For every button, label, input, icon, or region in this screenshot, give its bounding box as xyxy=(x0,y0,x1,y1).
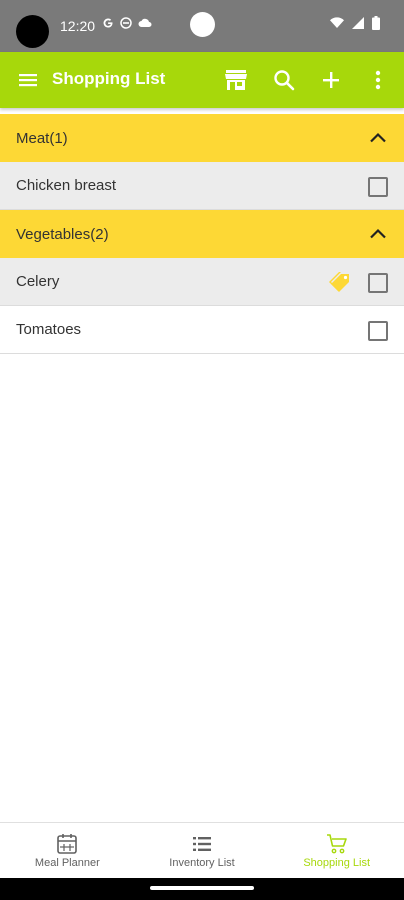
page-title: Shopping List xyxy=(52,69,166,88)
status-icons-right xyxy=(330,16,380,30)
search-icon xyxy=(274,70,295,91)
item-checkbox[interactable] xyxy=(368,273,388,293)
calendar-icon xyxy=(57,834,78,854)
home-gesture-handle[interactable] xyxy=(150,886,254,890)
nav-shopping-list[interactable]: Shopping List xyxy=(269,823,404,879)
status-time: 12:20 xyxy=(60,18,96,34)
phone-screen: 12:20 Shopping List Meat(1) Chicken brea… xyxy=(0,0,404,900)
menu-button[interactable] xyxy=(14,66,42,94)
nav-meal-planner[interactable]: Meal Planner xyxy=(0,823,135,879)
nav-inventory-list[interactable]: Inventory List xyxy=(135,823,270,879)
add-icon xyxy=(323,72,339,88)
nav-label: Meal Planner xyxy=(34,857,100,869)
bottom-navigation: Meal Planner Inventory List Shopping Lis… xyxy=(0,822,404,879)
group-title: Meat(1) xyxy=(16,129,68,147)
chevron-up-icon[interactable] xyxy=(368,224,388,244)
camera-cutout xyxy=(16,15,49,48)
shopping-list: Meat(1) Chicken breast Vegetables(2) Cel… xyxy=(0,114,404,354)
nav-label: Shopping List xyxy=(303,857,371,869)
list-item[interactable]: Chicken breast xyxy=(0,162,404,210)
app-bar: Shopping List xyxy=(0,52,404,108)
search-button[interactable] xyxy=(270,66,298,94)
item-checkbox[interactable] xyxy=(368,321,388,341)
list-item[interactable]: Celery xyxy=(0,258,404,306)
battery-icon xyxy=(372,16,380,30)
cart-icon xyxy=(326,834,347,854)
item-label: Celery xyxy=(16,273,60,290)
item-checkbox[interactable] xyxy=(368,177,388,197)
google-g-icon xyxy=(103,18,113,28)
add-button[interactable] xyxy=(317,66,345,94)
signal-icon xyxy=(352,17,364,29)
list-icon xyxy=(193,837,211,851)
gesture-bar xyxy=(0,878,404,900)
wifi-icon xyxy=(330,17,344,28)
tag-icon[interactable] xyxy=(328,270,354,294)
group-title: Vegetables(2) xyxy=(16,225,109,243)
front-camera xyxy=(190,12,215,37)
status-icons-left xyxy=(102,17,152,29)
vpn-icon xyxy=(120,17,132,29)
group-header-meat[interactable]: Meat(1) xyxy=(0,114,404,162)
group-header-vegetables[interactable]: Vegetables(2) xyxy=(0,210,404,258)
chevron-up-icon[interactable] xyxy=(368,128,388,148)
status-bar: 12:20 xyxy=(0,0,404,52)
list-item[interactable]: Tomatoes xyxy=(0,306,404,354)
more-vert-icon xyxy=(375,70,381,90)
store-button[interactable] xyxy=(222,66,250,94)
hamburger-menu-icon xyxy=(19,74,37,87)
cloud-icon xyxy=(138,18,152,27)
item-label: Chicken breast xyxy=(16,177,117,194)
more-options-button[interactable] xyxy=(364,66,392,94)
item-label: Tomatoes xyxy=(16,321,82,338)
nav-label: Inventory List xyxy=(169,857,235,869)
store-icon xyxy=(225,70,247,90)
